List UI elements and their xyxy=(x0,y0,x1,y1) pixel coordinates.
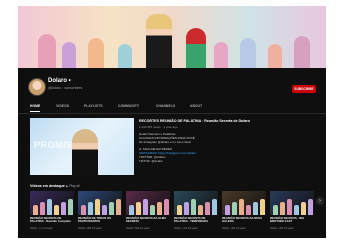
thumbnail-person xyxy=(301,202,306,215)
banner-figure xyxy=(214,42,228,68)
video-title[interactable]: REUNIÃO SECRETA DA ALMA SECRETA xyxy=(126,216,170,224)
video-meta: Dolaro • 320 mil views xyxy=(222,227,246,230)
thumbnail-person xyxy=(129,205,134,215)
thumbnail-person xyxy=(280,202,285,215)
channel-avatar[interactable] xyxy=(28,78,46,96)
thumbnail-person xyxy=(33,205,38,215)
featured-video-title[interactable]: RECORTES REUNIÃO DE PALATINA · Reunião S… xyxy=(139,119,299,123)
video-thumbnail[interactable] xyxy=(78,191,122,215)
banner-figure xyxy=(62,42,76,68)
banner-figure xyxy=(268,44,282,68)
thumbnail-person xyxy=(116,199,121,215)
tab-videos[interactable]: VIDEOS xyxy=(56,104,69,108)
video-thumbnail[interactable] xyxy=(174,191,218,215)
channel-name: Dolaro • xyxy=(48,78,71,84)
video-title[interactable]: REUNIÃO SECRETA · BIG BROTHER CAST xyxy=(270,216,314,224)
thumbnail-person xyxy=(177,205,182,215)
thumbnail-person xyxy=(102,205,107,215)
section-title: Vídeos em destaque xyxy=(30,184,65,188)
banner-figure xyxy=(186,28,206,68)
thumbnail-person xyxy=(68,199,73,215)
thumbnail-person xyxy=(273,205,278,215)
video-meta: Dolaro • 860 mil views xyxy=(78,227,102,230)
banner-figure xyxy=(240,38,256,68)
thumbnail-person xyxy=(294,205,299,215)
tab-channels[interactable]: CHANNELS xyxy=(156,104,175,108)
thumbnail-person xyxy=(81,205,86,215)
video-thumbnail[interactable] xyxy=(270,191,314,215)
thumbnail-person xyxy=(109,202,114,215)
thumbnail-person xyxy=(246,205,251,215)
video-card[interactable]: REUNIÃO SECRETA · BIG BROTHER CAST Dolaro… xyxy=(270,191,314,235)
video-meta: Dolaro • 410 mil views xyxy=(174,227,198,230)
thumbnail-person xyxy=(239,199,244,215)
banner-figure xyxy=(38,34,56,68)
featured-video-meta: 1.234.567 views · 1 year ago xyxy=(139,125,178,129)
tab-home[interactable]: HOME xyxy=(30,104,41,112)
thumbnail-person xyxy=(260,199,265,215)
youtube-channel-page: Dolaro • @dolaro · subscribers SUBSCRIBE… xyxy=(18,6,326,238)
thumbnail-person xyxy=(287,199,292,215)
tab-playlists[interactable]: PLAYLISTS xyxy=(84,104,103,108)
video-thumbnail[interactable] xyxy=(126,191,170,215)
chevron-right-icon[interactable]: › xyxy=(316,197,324,205)
thumbnail-person xyxy=(88,202,93,215)
banner-main-figure xyxy=(146,14,172,68)
video-card[interactable]: REUNIÃO SECRETA DE PALATINA · Reunião Co… xyxy=(30,191,74,235)
featured-video-thumbnail[interactable]: PROMISE xyxy=(30,118,134,175)
channel-header: Dolaro • @dolaro · subscribers SUBSCRIBE xyxy=(18,68,326,102)
thumbnail-person xyxy=(54,205,59,215)
thumbnail-person xyxy=(205,202,210,215)
thumbnail-person xyxy=(95,199,100,215)
banner-figure xyxy=(294,36,310,68)
video-title[interactable]: REUNIÃO SECRETA DE PALATINA · Reunião Co… xyxy=(30,216,74,224)
banner-figure xyxy=(88,38,104,68)
tab-community[interactable]: COMMUNITY xyxy=(118,104,139,108)
thumbnail-person xyxy=(47,199,52,215)
video-card[interactable]: REUNIÃO DE TODOS OS PARTICIPANTES Dolaro … xyxy=(78,191,122,235)
subscribe-button[interactable]: SUBSCRIBE xyxy=(292,85,316,93)
thumbnail-person xyxy=(143,199,148,215)
video-thumbnail[interactable] xyxy=(30,191,74,215)
video-title[interactable]: REUNIÃO SECRETA DA NOVA GALERA xyxy=(222,216,266,224)
channel-banner xyxy=(18,6,326,68)
thumbnail-person xyxy=(253,202,258,215)
thumbnail-person xyxy=(212,199,217,215)
tab-about[interactable]: ABOUT xyxy=(190,104,202,108)
play-all-button[interactable]: ▶ Play all xyxy=(66,184,80,188)
video-card[interactable]: REUNIÃO SECRETA DA NOVA GALERA Dolaro • 3… xyxy=(222,191,266,235)
video-thumbnail[interactable] xyxy=(222,191,266,215)
video-meta: Dolaro • 1,2 mi views xyxy=(30,227,53,230)
thumbnail-person xyxy=(232,202,237,215)
description-line: TIKTOK: @dolaro xyxy=(139,159,163,163)
video-title[interactable]: REUNIÃO DE TODOS OS PARTICIPANTES xyxy=(78,216,122,224)
video-title[interactable]: REUNIÃO SECRETA DE PALATINA · TEMPORADA xyxy=(174,216,218,224)
video-meta: Dolaro • 540 mil views xyxy=(126,227,150,230)
banner-figure xyxy=(118,44,132,68)
thumbnail-person xyxy=(40,202,45,215)
video-meta: Dolaro • 290 mil views xyxy=(270,227,294,230)
thumbnail-person xyxy=(225,205,230,215)
thumbnail-person xyxy=(184,202,189,215)
thumbnail-person xyxy=(150,205,155,215)
video-shelf: REUNIÃO SECRETA DE PALATINA · Reunião Co… xyxy=(30,191,320,235)
featured-video-description: Hearts Reunion e Palatinas ALGUMAS INFOR… xyxy=(139,132,299,163)
thumbnail-person xyxy=(164,199,169,215)
featured-video-info: RECORTES REUNIÃO DE PALATINA · Reunião S… xyxy=(139,119,299,163)
video-card[interactable]: REUNIÃO SECRETA DA ALMA SECRETA Dolaro • … xyxy=(126,191,170,235)
channel-tabs: HOME VIDEOS PLAYLISTS COMMUNITY CHANNELS… xyxy=(18,102,326,114)
thumbnail-person xyxy=(191,199,196,215)
thumbnail-person xyxy=(157,202,162,215)
thumbnail-person xyxy=(308,199,313,215)
video-card[interactable]: REUNIÃO SECRETA DE PALATINA · TEMPORADA D… xyxy=(174,191,218,235)
thumbnail-person xyxy=(136,202,141,215)
thumbnail-person xyxy=(61,202,66,215)
thumbnail-person xyxy=(198,205,203,215)
channel-meta: @dolaro · subscribers xyxy=(48,86,83,90)
thumbnail-person xyxy=(72,129,98,175)
